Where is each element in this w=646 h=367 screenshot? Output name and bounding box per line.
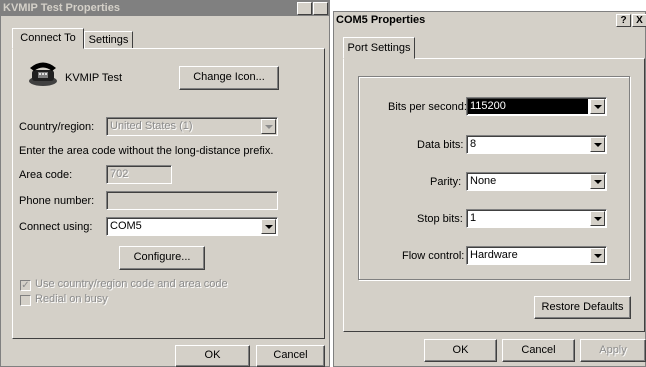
- data-bits-value: 8: [470, 138, 477, 150]
- phone-number-field[interactable]: [106, 191, 278, 210]
- use-country-label: Use country/region code and area code: [35, 278, 228, 290]
- use-country-checkbox[interactable]: ✓: [20, 280, 31, 291]
- parity-value: None: [470, 175, 497, 187]
- left-help-button[interactable]: ?: [297, 2, 312, 15]
- right-close-button[interactable]: X: [632, 14, 646, 27]
- tab-settings[interactable]: Settings: [84, 31, 133, 49]
- change-icon-label: Change Icon...: [193, 71, 265, 83]
- tab-port-settings-label: Port Settings: [347, 42, 411, 54]
- chevron-down-icon[interactable]: [590, 99, 605, 114]
- stop-bits-select[interactable]: 1: [466, 209, 607, 228]
- left-ok-label: OK: [204, 349, 221, 361]
- phone-number-label: Phone number:: [19, 195, 95, 207]
- area-code-label: Area code:: [19, 169, 73, 181]
- flow-control-value: Hardware: [470, 249, 518, 261]
- country-region-select[interactable]: United States (1): [106, 117, 278, 136]
- left-title-bar[interactable]: KVMIP Test Properties ? X: [1, 1, 329, 16]
- chevron-down-icon: [261, 119, 276, 134]
- change-icon-button[interactable]: Change Icon...: [179, 66, 279, 90]
- area-code-value: 702: [110, 168, 129, 180]
- port-settings-panel: Bits per second: 115200 Data bits: 8 Par…: [343, 58, 645, 332]
- right-ok-button[interactable]: OK: [424, 339, 497, 362]
- country-region-value: United States (1): [110, 120, 193, 132]
- flow-control-label: Flow control:: [402, 250, 465, 262]
- connect-to-panel: KVMIP Test Change Icon... Country/region…: [12, 48, 325, 339]
- configure-label: Configure...: [133, 251, 191, 263]
- redial-on-busy-label: Redial on busy: [35, 293, 108, 305]
- data-bits-label: Data bits:: [417, 139, 464, 151]
- parity-label: Parity:: [430, 176, 462, 188]
- left-cancel-button[interactable]: Cancel: [256, 345, 325, 367]
- chevron-down-icon[interactable]: [261, 219, 276, 234]
- right-cancel-label: Cancel: [521, 344, 556, 356]
- right-title-bar[interactable]: COM5 Properties ? X: [334, 12, 646, 29]
- country-region-label: Country/region:: [19, 121, 95, 133]
- right-window-title: COM5 Properties: [336, 14, 426, 26]
- right-ok-label: OK: [452, 344, 469, 356]
- restore-defaults-label: Restore Defaults: [541, 301, 624, 313]
- area-code-field[interactable]: 702: [106, 165, 172, 184]
- telephone-icon: [29, 62, 57, 86]
- parity-select[interactable]: None: [466, 172, 607, 191]
- stop-bits-value: 1: [470, 212, 477, 224]
- tab-settings-label: Settings: [88, 34, 129, 46]
- chevron-down-icon[interactable]: [590, 137, 605, 152]
- right-help-button[interactable]: ?: [616, 14, 631, 27]
- bits-per-second-label: Bits per second:: [388, 101, 467, 113]
- chevron-down-icon[interactable]: [590, 174, 605, 189]
- connect-using-label: Connect using:: [19, 221, 93, 233]
- configure-button[interactable]: Configure...: [119, 246, 205, 270]
- right-cancel-button[interactable]: Cancel: [502, 339, 575, 362]
- connect-using-select[interactable]: COM5: [106, 217, 278, 236]
- chevron-down-icon[interactable]: [590, 248, 605, 263]
- flow-control-select[interactable]: Hardware: [466, 246, 607, 265]
- apply-button[interactable]: Apply: [580, 339, 646, 362]
- apply-label: Apply: [599, 344, 627, 356]
- tab-port-settings[interactable]: Port Settings: [343, 37, 415, 59]
- left-cancel-label: Cancel: [273, 349, 308, 361]
- connect-using-value: COM5: [110, 220, 142, 232]
- left-window-title: KVMIP Test Properties: [3, 2, 120, 14]
- area-code-instruction: Enter the area code without the long-dis…: [19, 145, 274, 157]
- tab-connect-to-label: Connect To: [20, 32, 76, 44]
- bits-per-second-select[interactable]: 115200: [466, 97, 607, 116]
- left-ok-button[interactable]: OK: [175, 345, 250, 367]
- restore-defaults-button[interactable]: Restore Defaults: [534, 296, 631, 319]
- stop-bits-label: Stop bits:: [417, 213, 463, 225]
- kvmip-properties-window: KVMIP Test Properties ? X Connect To Set…: [0, 0, 330, 367]
- left-close-button[interactable]: X: [313, 2, 328, 15]
- tab-connect-to[interactable]: Connect To: [12, 28, 84, 49]
- chevron-down-icon[interactable]: [590, 211, 605, 226]
- data-bits-select[interactable]: 8: [466, 135, 607, 154]
- redial-on-busy-checkbox[interactable]: [20, 295, 31, 306]
- connection-name: KVMIP Test: [65, 72, 123, 84]
- com5-properties-window: COM5 Properties ? X Port Settings Bits p…: [333, 11, 646, 367]
- bits-per-second-value: 115200: [468, 99, 588, 114]
